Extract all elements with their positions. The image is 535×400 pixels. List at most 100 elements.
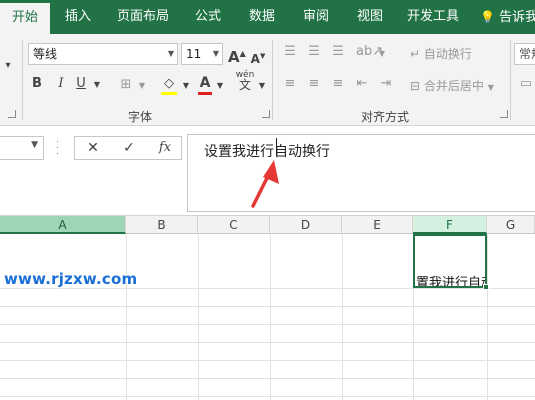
column-header-e[interactable]: E: [342, 216, 413, 234]
clipboard-icon[interactable]: ▾: [2, 56, 14, 76]
chevron-down-icon: ▼: [487, 83, 494, 92]
column-header-a[interactable]: A: [0, 216, 126, 234]
ribbon-home: ▾ 等线 ▼ 11 ▼ A▲ A▼ B I U ▼ ⊞ ▼ ◇ ▼ A ▼ wé…: [0, 34, 535, 126]
bold-button[interactable]: B: [30, 74, 44, 94]
merge-center-label: 合并后居中: [423, 79, 484, 93]
group-separator: [510, 40, 511, 120]
tab-developer[interactable]: 开发工具: [400, 0, 466, 34]
paint-bucket-icon: ◇: [164, 76, 174, 91]
cancel-button[interactable]: ✕: [75, 137, 111, 159]
name-box[interactable]: ▼: [0, 136, 44, 160]
wrap-text-label: 自动换行: [423, 47, 472, 61]
align-middle-icon[interactable]: ☰: [304, 42, 324, 62]
phonetic-glyph: 文: [238, 78, 251, 92]
annotation-arrow-icon: [251, 160, 279, 208]
fill-color-button[interactable]: ◇: [158, 74, 180, 95]
group-separator: [272, 40, 273, 120]
font-group-label: 字体: [127, 110, 152, 124]
font-size-select[interactable]: 11 ▼: [181, 43, 223, 65]
enter-button[interactable]: ✓: [111, 137, 147, 159]
tell-me-label: 告诉我: [499, 10, 535, 25]
grid-line: [0, 360, 535, 361]
column-header-b[interactable]: B: [126, 216, 198, 234]
chevron-down-icon[interactable]: ▼: [138, 76, 146, 96]
merge-cells-icon: ⊟: [410, 79, 421, 93]
fill-handle[interactable]: [483, 284, 489, 290]
grid-line: [0, 342, 535, 343]
site-watermark: www.rjzxw.com: [4, 270, 138, 288]
tab-review[interactable]: 审阅: [294, 0, 338, 34]
lightbulb-icon: 💡: [480, 10, 495, 24]
formula-input[interactable]: 设置我进行自动换行: [187, 134, 535, 212]
shrink-font-button[interactable]: A▼: [250, 46, 266, 69]
font-name-value: 等线: [33, 47, 58, 61]
font-launcher-icon[interactable]: [262, 110, 270, 118]
alignment-launcher-icon[interactable]: [500, 110, 508, 118]
grow-font-button[interactable]: A▲: [228, 44, 246, 67]
wrap-text-icon: ↵: [410, 47, 421, 61]
tab-tell-me[interactable]: 💡 告诉我: [480, 0, 535, 34]
grid-line: [126, 235, 127, 400]
grid-line: [342, 235, 343, 400]
chevron-down-icon[interactable]: ▼: [182, 76, 190, 96]
resize-handle-icon[interactable]: · · ·: [56, 138, 60, 160]
tab-formulas[interactable]: 公式: [186, 0, 230, 34]
grow-font-icon: A: [228, 48, 240, 66]
font-name-select[interactable]: 等线 ▼: [28, 43, 178, 65]
align-bottom-icon[interactable]: ☰: [328, 42, 348, 62]
font-color-icon: A: [199, 75, 211, 91]
column-header-g[interactable]: G: [487, 216, 535, 234]
grid-line: [0, 288, 535, 289]
grid-line: [0, 306, 535, 307]
column-header-c[interactable]: C: [198, 216, 270, 234]
clipboard-launcher-icon[interactable]: [8, 110, 16, 118]
font-color-swatch: [198, 92, 212, 95]
tab-home[interactable]: 开始: [0, 3, 50, 34]
chevron-down-icon[interactable]: ▼: [378, 44, 386, 64]
borders-button[interactable]: ⊞: [116, 75, 136, 95]
grid-line: [487, 235, 488, 400]
chevron-down-icon[interactable]: ▼: [216, 76, 224, 96]
tab-data[interactable]: 数据: [240, 0, 284, 34]
number-format-select[interactable]: 常规: [514, 43, 535, 65]
cell-f-text: 置我进行自动: [416, 276, 487, 288]
grid-line: [0, 378, 535, 379]
wrap-text-button[interactable]: ↵ 自动换行: [410, 44, 490, 64]
font-color-button[interactable]: A: [196, 73, 214, 95]
increase-indent-icon[interactable]: ⇥: [376, 74, 396, 94]
chevron-down-icon[interactable]: ▼: [258, 76, 266, 96]
shrink-font-icon: A: [250, 52, 260, 66]
align-left-icon[interactable]: ≡: [280, 74, 300, 94]
currency-format-icon[interactable]: ▭: [516, 74, 535, 94]
align-right-icon[interactable]: ≡: [328, 74, 348, 94]
align-center-icon[interactable]: ≡: [304, 74, 324, 94]
underline-button[interactable]: U: [74, 74, 88, 94]
grid-line: [198, 235, 199, 400]
chevron-down-icon: ▼: [167, 49, 174, 58]
active-cell-f[interactable]: 置我进行自动: [413, 234, 487, 288]
ribbon-tab-bar: 开始 插入 页面布局 公式 数据 审阅 视图 开发工具 💡 告诉我: [0, 0, 535, 34]
grid-line: [0, 324, 535, 325]
align-top-icon[interactable]: ☰: [280, 42, 300, 62]
decrease-indent-icon[interactable]: ⇤: [352, 74, 372, 94]
merge-center-button[interactable]: ⊟ 合并后居中 ▼: [410, 76, 504, 98]
formula-buttons: ✕ ✓ fx: [74, 136, 182, 160]
grid-line: [270, 235, 271, 400]
fill-color-swatch: [161, 92, 177, 95]
column-header-d[interactable]: D: [270, 216, 342, 234]
italic-button[interactable]: I: [54, 74, 68, 94]
insert-function-button[interactable]: fx: [147, 137, 183, 159]
chevron-down-icon: ▼: [31, 140, 38, 150]
underline-dropdown-icon[interactable]: ▼: [92, 75, 102, 95]
grid-line: [0, 396, 535, 397]
alignment-group-label: 对齐方式: [360, 110, 409, 124]
tab-page-layout[interactable]: 页面布局: [110, 0, 176, 34]
phonetic-button[interactable]: wén 文: [234, 70, 256, 92]
tab-view[interactable]: 视图: [348, 0, 392, 34]
font-size-value: 11: [186, 47, 202, 61]
orientation-icon[interactable]: ab↗: [356, 42, 383, 62]
column-header-f[interactable]: F: [413, 216, 487, 234]
chevron-down-icon: ▼: [212, 49, 219, 58]
tab-insert[interactable]: 插入: [56, 0, 100, 34]
group-separator: [22, 40, 23, 120]
